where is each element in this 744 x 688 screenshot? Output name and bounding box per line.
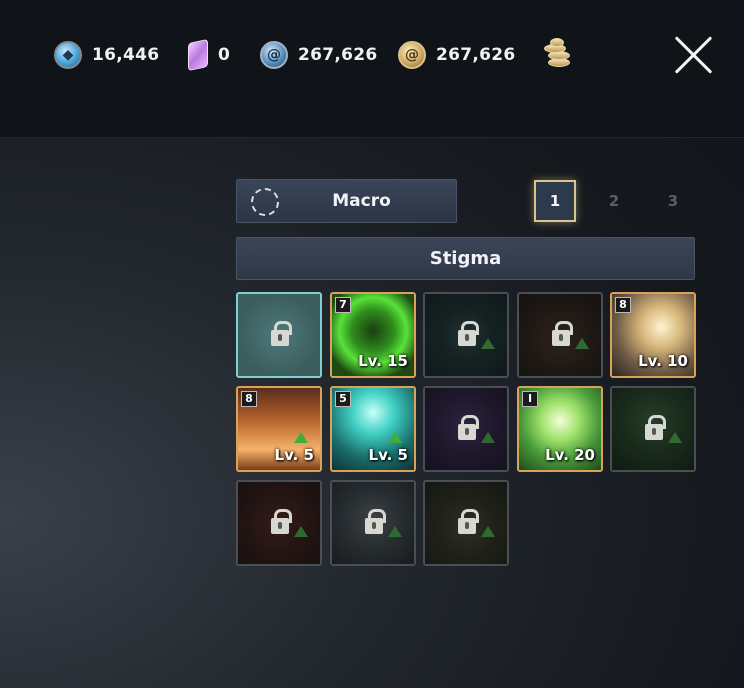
blue-gem-icon: ◆ bbox=[54, 41, 82, 69]
level-label: Lv. 5 bbox=[368, 446, 408, 464]
upgrade-arrow-icon bbox=[575, 338, 589, 349]
tier-badge: I bbox=[522, 391, 538, 407]
macro-icon bbox=[251, 188, 279, 216]
tier-badge: 8 bbox=[615, 297, 631, 313]
stigma-slot-9[interactable]: I Lv. 20 bbox=[517, 386, 603, 472]
level-label: Lv. 15 bbox=[358, 352, 408, 370]
upgrade-arrow-icon bbox=[388, 432, 402, 443]
stigma-slot-3[interactable] bbox=[423, 292, 509, 378]
gold-coin-icon: @ bbox=[398, 41, 426, 69]
page-tab-2[interactable]: 2 bbox=[593, 180, 635, 222]
upgrade-arrow-icon bbox=[481, 432, 495, 443]
tier-badge: 5 bbox=[335, 391, 351, 407]
level-label: Lv. 5 bbox=[274, 446, 314, 464]
stigma-slot-7[interactable]: 5 Lv. 5 bbox=[330, 386, 416, 472]
blue-gem-amount: 16,446 bbox=[92, 45, 160, 65]
upgrade-arrow-icon bbox=[481, 338, 495, 349]
tier-badge: 8 bbox=[241, 391, 257, 407]
stigma-slot-11[interactable] bbox=[236, 480, 322, 566]
gold-coin-amount: 267,626 bbox=[436, 45, 516, 65]
stigma-header: Stigma bbox=[236, 237, 695, 280]
coin-stack-icon[interactable] bbox=[540, 36, 574, 70]
blue-coin-amount: 267,626 bbox=[298, 45, 378, 65]
lock-icon bbox=[365, 509, 386, 534]
tier-badge: 7 bbox=[335, 297, 351, 313]
macro-button[interactable]: Macro bbox=[236, 179, 457, 223]
lock-icon bbox=[552, 321, 573, 346]
upgrade-arrow-icon bbox=[294, 432, 308, 443]
stigma-slot-5[interactable]: 8 Lv. 10 bbox=[610, 292, 696, 378]
lock-icon bbox=[645, 415, 666, 440]
stigma-slot-1[interactable] bbox=[236, 292, 322, 378]
lock-icon bbox=[458, 321, 479, 346]
currency-crystal: 0 bbox=[188, 38, 231, 72]
crystal-icon bbox=[188, 38, 208, 72]
currency-gold-coin: @ 267,626 bbox=[398, 40, 516, 70]
lock-icon bbox=[271, 321, 292, 346]
blue-coin-icon: @ bbox=[260, 41, 288, 69]
stigma-slot-13[interactable] bbox=[423, 480, 509, 566]
top-currency-bar: ◆ 16,446 0 @ 267,626 @ 267,626 bbox=[0, 0, 744, 138]
page-tab-1[interactable]: 1 bbox=[534, 180, 576, 222]
stigma-slot-12[interactable] bbox=[330, 480, 416, 566]
level-label: Lv. 10 bbox=[638, 352, 688, 370]
currency-blue-coin: @ 267,626 bbox=[260, 40, 378, 70]
upgrade-arrow-icon bbox=[388, 526, 402, 537]
stigma-slot-8[interactable] bbox=[423, 386, 509, 472]
stigma-slot-2[interactable]: 7 Lv. 15 bbox=[330, 292, 416, 378]
page-tab-3[interactable]: 3 bbox=[652, 180, 694, 222]
stigma-slot-10[interactable] bbox=[610, 386, 696, 472]
upgrade-arrow-icon bbox=[294, 526, 308, 537]
crystal-amount: 0 bbox=[218, 45, 231, 65]
lock-icon bbox=[458, 509, 479, 534]
stigma-slot-6[interactable]: 8 Lv. 5 bbox=[236, 386, 322, 472]
currency-blue-gem: ◆ 16,446 bbox=[54, 40, 159, 70]
lock-icon bbox=[271, 509, 292, 534]
stigma-slot-4[interactable] bbox=[517, 292, 603, 378]
upgrade-arrow-icon bbox=[481, 526, 495, 537]
lock-icon bbox=[458, 415, 479, 440]
level-label: Lv. 20 bbox=[545, 446, 595, 464]
upgrade-arrow-icon bbox=[668, 432, 682, 443]
close-button[interactable] bbox=[672, 32, 716, 76]
